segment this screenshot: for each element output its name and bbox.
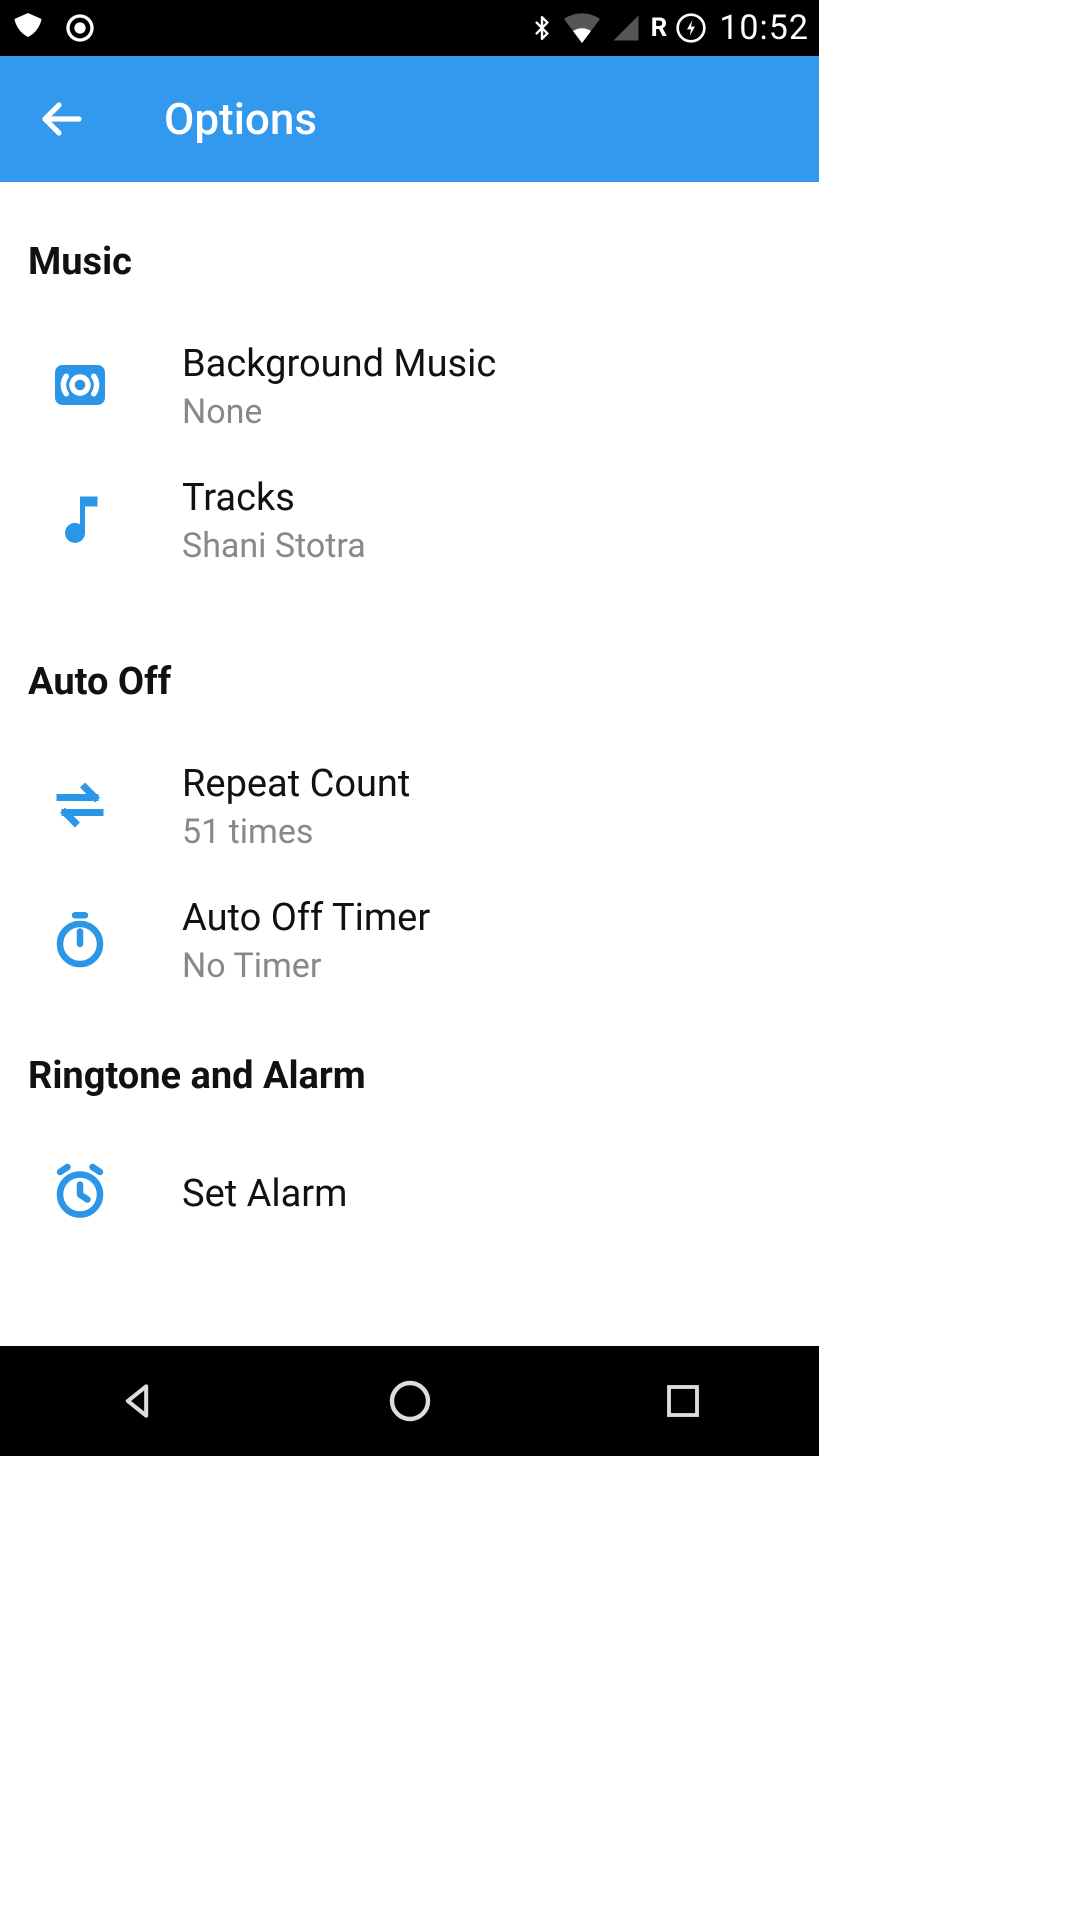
arrow-left-icon [37, 95, 85, 143]
setting-set-alarm[interactable]: Set Alarm [0, 1134, 819, 1254]
section-header-auto-off: Auto Off [0, 660, 819, 740]
setting-auto-off-timer[interactable]: Auto Off Timer No Timer [0, 874, 819, 1008]
setting-value: Shani Stotra [182, 526, 366, 566]
status-right: R 10:52 [529, 8, 809, 48]
setting-value: No Timer [182, 946, 430, 986]
status-bar: R 10:52 [0, 0, 819, 56]
status-left [10, 10, 96, 46]
app-notification-icon [10, 10, 46, 46]
setting-value: 51 times [182, 812, 410, 852]
music-note-icon [50, 489, 110, 553]
section-header-music: Music [0, 240, 819, 320]
setting-title: Background Music [182, 342, 496, 386]
app-bar: Options [0, 56, 819, 182]
section-header-ringtone-alarm: Ringtone and Alarm [0, 1054, 819, 1134]
wifi-icon [563, 13, 601, 43]
bluetooth-icon [529, 11, 555, 45]
setting-tracks[interactable]: Tracks Shani Stotra [0, 454, 819, 588]
status-clock: 10:52 [719, 8, 809, 48]
triangle-back-icon [115, 1379, 159, 1423]
page-title: Options [164, 93, 317, 145]
back-button[interactable] [34, 92, 88, 146]
battery-charging-icon [675, 12, 707, 44]
settings-content: Music Background Music None Tracks Shani… [0, 182, 819, 1346]
setting-title: Tracks [182, 476, 366, 520]
setting-title: Set Alarm [182, 1172, 347, 1216]
alarm-clock-icon [50, 1162, 110, 1226]
stopwatch-icon [50, 909, 110, 973]
circle-home-icon [386, 1377, 434, 1425]
setting-repeat-count[interactable]: Repeat Count 51 times [0, 740, 819, 874]
target-notification-icon [64, 12, 96, 44]
nav-recents-button[interactable] [638, 1371, 728, 1431]
setting-value: None [182, 392, 496, 432]
square-recents-icon [662, 1380, 704, 1422]
roaming-indicator: R [651, 13, 668, 43]
setting-background-music[interactable]: Background Music None [0, 320, 819, 454]
repeat-icon [50, 775, 110, 839]
nav-back-button[interactable] [92, 1371, 182, 1431]
cellular-signal-icon [609, 13, 643, 43]
setting-title: Repeat Count [182, 762, 410, 806]
nav-home-button[interactable] [365, 1371, 455, 1431]
navigation-bar [0, 1346, 819, 1456]
screen: R 10:52 Options Music Background Music N… [0, 0, 819, 1456]
setting-title: Auto Off Timer [182, 896, 430, 940]
speaker-icon [50, 355, 110, 419]
